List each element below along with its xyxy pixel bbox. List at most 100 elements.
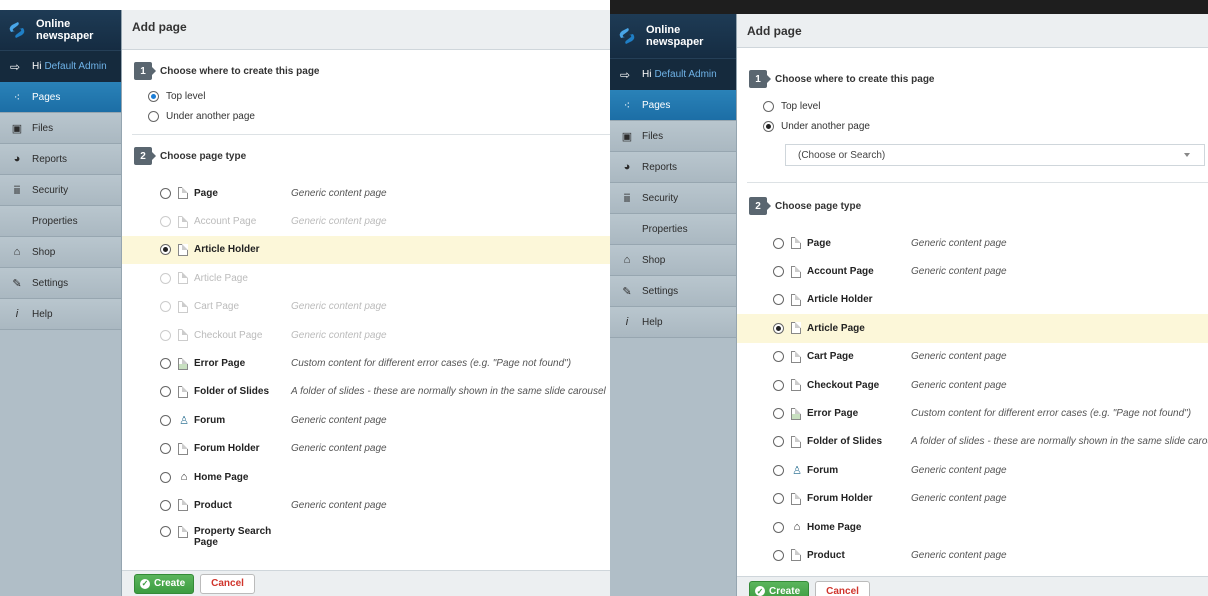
dropdown-placeholder: (Choose or Search) [798,149,886,161]
brand-bar[interactable]: Online newspaper [0,10,121,50]
page-type-radio[interactable] [773,379,784,391]
page-type-row[interactable]: Account Page Generic content page [737,257,1208,285]
radio-under-another-page[interactable] [148,110,159,122]
nav-item-reports[interactable]: ◕ Reports [0,144,121,175]
brand-name: Online newspaper [36,18,94,42]
nav-label: Pages [642,99,671,111]
page-type-row[interactable]: ♙ Forum Generic content page [737,456,1208,484]
page-type-row[interactable]: ♙ Forum Generic content page [122,406,610,434]
page-type-radio[interactable] [773,464,784,476]
page-type-radio[interactable] [773,294,784,306]
option-under-another-page[interactable]: Under another page [763,116,1208,136]
radio-top-level[interactable] [763,100,774,112]
nav-item-security[interactable]: ⅲ Security [610,183,736,214]
nav-item-help[interactable]: i Help [0,299,121,330]
page-type-row[interactable]: Product Generic content page [737,541,1208,569]
page-type-radio[interactable] [773,493,784,505]
page-type-title: Folder of Slides [194,386,270,398]
page-type-row[interactable]: Page Generic content page [122,179,610,207]
page-icon [791,350,801,363]
page-type-radio[interactable] [160,499,171,511]
cancel-button[interactable]: Cancel [815,581,870,596]
page-type-radio[interactable] [773,521,784,533]
page-type-radio[interactable] [160,443,171,455]
page-type-title: Account Page [807,266,874,278]
nav-item-settings[interactable]: ✎ Settings [0,268,121,299]
bank-icon: ⌂ [13,246,21,258]
page-type-radio[interactable] [160,471,171,483]
page-type-row[interactable]: Error Page Custom content for different e… [737,399,1208,427]
page-type-row[interactable]: Cart Page Generic content page [737,343,1208,371]
logout-icon[interactable]: ⇨ [10,60,24,74]
page-type-radio[interactable] [773,237,784,249]
nav-item-shop[interactable]: ⌂ Shop [610,245,736,276]
nav-item-properties[interactable]: Properties [0,206,121,237]
nav-item-files[interactable]: ▣ Files [0,113,121,144]
parent-page-dropdown[interactable]: (Choose or Search) [785,144,1205,166]
page-type-row[interactable]: Forum Holder Generic content page [737,485,1208,513]
action-footer: ✓ Create Cancel [122,570,610,596]
nav-item-files[interactable]: ▣ Files [610,121,736,152]
nav-item-help[interactable]: i Help [610,307,736,338]
brand-bar[interactable]: Online newspaper [610,14,736,58]
page-type-radio[interactable] [160,187,171,199]
nav-item-settings[interactable]: ✎ Settings [610,276,736,307]
page-type-row[interactable]: Product Generic content page [122,491,610,519]
cancel-label: Cancel [826,585,859,596]
nav-item-reports[interactable]: ◕ Reports [610,152,736,183]
page-icon [791,265,801,278]
page-type-list: Page Generic content page Account Page Gen… [737,229,1208,570]
nav-item-pages[interactable]: ⁖ Pages [610,90,736,121]
page-type-radio[interactable] [773,436,784,448]
user-bar: ⇨ Hi Default Admin [610,58,736,90]
pie-chart-icon: ◕ [13,153,21,165]
page-type-radio[interactable] [773,408,784,420]
forum-user-icon: ♙ [792,464,802,477]
page-type-radio[interactable] [160,386,171,398]
nav-item-properties[interactable]: Properties [610,214,736,245]
page-type-radio[interactable] [773,351,784,363]
page-type-row[interactable]: Error Page Custom content for different e… [122,349,610,377]
option-under-another-page[interactable]: Under another page [148,106,610,126]
page-type-radio[interactable] [160,414,171,426]
page-type-row[interactable]: Article Holder [122,235,610,265]
page-type-row[interactable]: Article Holder [737,286,1208,314]
logout-icon[interactable]: ⇨ [620,68,634,82]
page-type-title: Account Page [194,216,257,228]
nav-item-shop[interactable]: ⌂ Shop [0,237,121,268]
page-type-list: Page Generic content page Account Page Gen… [122,179,610,560]
page-type-row[interactable]: ⌂ Home Page [122,463,610,491]
info-icon: i [15,308,19,320]
page-type-row[interactable]: Checkout Page Generic content page [737,371,1208,399]
radio-under-another-page[interactable] [763,120,774,132]
nav-item-pages[interactable]: ⁖ Pages [0,82,121,113]
option-top-level[interactable]: Top level [763,96,1208,116]
page-type-radio[interactable] [160,358,171,370]
page-type-row[interactable]: Forum Holder Generic content page [122,435,610,463]
page-type-row[interactable]: Page Generic content page [737,229,1208,257]
radio-top-level[interactable] [148,90,159,102]
page-type-row[interactable]: Folder of Slides A folder of slides - the… [122,378,610,406]
page-type-row[interactable]: ⌂ Home Page [737,513,1208,541]
page-type-radio[interactable] [773,266,784,278]
cancel-button[interactable]: Cancel [200,573,255,594]
create-button[interactable]: ✓ Create [134,573,195,594]
user-profile-link[interactable]: Default Admin [654,69,716,80]
page-type-desc: Generic content page [291,443,387,455]
page-type-radio[interactable] [773,549,784,561]
page-type-desc: Generic content page [911,237,1007,249]
page-type-title: Property Search Page [194,525,272,548]
user-profile-link[interactable]: Default Admin [44,61,106,72]
create-button[interactable]: ✓ Create [749,581,810,596]
page-type-radio[interactable] [160,244,171,256]
page-type-row[interactable]: Property Search Page [122,520,610,560]
page-type-row[interactable]: Folder of Slides A folder of slides - the… [737,428,1208,456]
option-label: Top level [166,90,206,102]
option-top-level[interactable]: Top level [148,86,610,106]
page-type-radio[interactable] [160,525,171,537]
page-type-row[interactable]: Article Page [737,314,1208,343]
option-label: Under another page [781,120,870,132]
page-type-radio[interactable] [773,322,784,334]
nav-item-security[interactable]: ⅲ Security [0,175,121,206]
page-type-title: Forum [194,414,226,426]
